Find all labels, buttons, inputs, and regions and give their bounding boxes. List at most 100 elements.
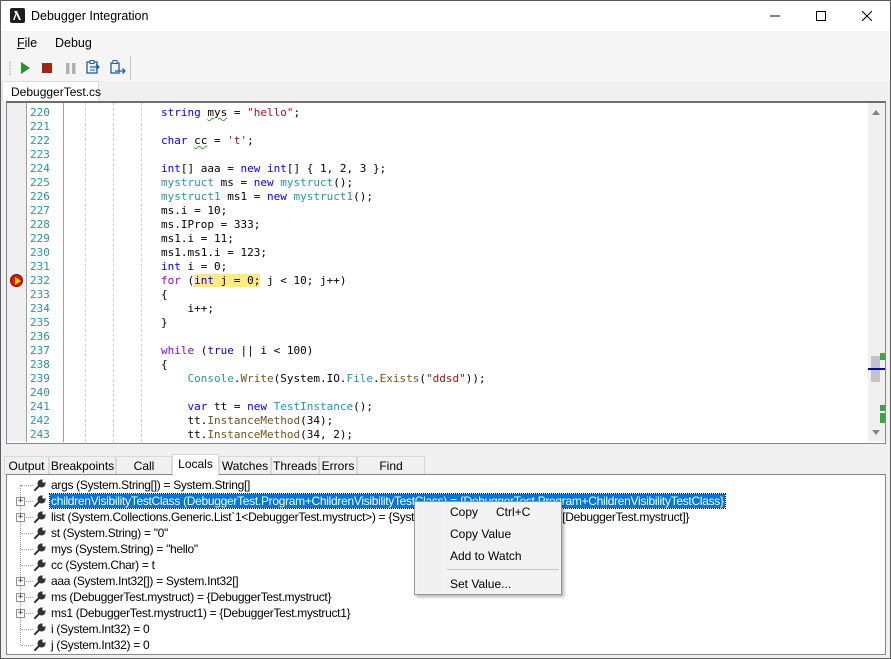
tab-call-stack[interactable]: Call Stack [116,456,172,487]
line-number: 243 [30,428,50,441]
step-into-icon [86,60,101,74]
menu-file[interactable]: File [17,36,37,50]
code-line[interactable]: int[] aaa = new int[] { 1, 2, 3 }; [161,162,386,176]
tab-threads[interactable]: Threads [271,456,319,475]
toolstrip-grip[interactable] [9,61,11,76]
code-line[interactable]: ms1.i = 11; [161,232,234,246]
play-icon [21,62,30,74]
wrench-icon [34,639,46,651]
code-line[interactable]: mystruct ms = new mystruct(); [161,176,353,190]
wrench-icon [34,575,46,587]
line-number: 231 [30,260,50,273]
tab-breakpoints[interactable]: Breakpoints [49,456,116,475]
pause-icon [66,62,76,74]
locals-row[interactable]: j (System.Int32) = 0 [7,637,877,653]
code-line[interactable]: ms.i = 10; [161,204,227,218]
line-number: 239 [30,372,50,385]
expand-icon[interactable]: + [16,609,25,618]
expand-icon[interactable]: + [16,497,25,506]
code-line[interactable]: char cc = 't'; [161,134,254,148]
change-marker [880,353,885,360]
context-menu-icon-strip [417,504,441,592]
code-line[interactable]: int i = 0; [161,260,227,274]
code-line[interactable]: mystruct1 ms1 = new mystruct1(); [161,190,373,204]
stop-icon [42,63,52,73]
change-marker [880,413,885,423]
code-line[interactable]: i++; [161,302,214,316]
step-over-icon [110,60,126,74]
wrench-icon [34,591,46,603]
line-number: 241 [30,400,50,413]
line-number: 221 [30,120,50,133]
locals-row[interactable]: args (System.String[]) = System.String[] [7,477,877,493]
menu-item-add-to-watch[interactable]: Add to Watch [450,549,522,563]
line-number: 225 [30,176,50,189]
tab-output[interactable]: Output [4,456,49,475]
menu-item-copy-label: Copy [450,505,479,519]
code-line[interactable]: ms1.ms1.i = 123; [161,246,267,260]
minimize-icon [770,15,780,17]
scroll-up-icon[interactable] [872,110,880,115]
line-number: 233 [30,288,50,301]
code-line[interactable]: ms.IProp = 333; [161,218,260,232]
breakpoint-margin[interactable] [7,103,27,442]
locals-row-text: j (System.Int32) = 0 [51,638,150,652]
menu-item-set-value[interactable]: Set Value... [450,577,511,591]
line-numbers: 220 221 222 223 224 225 226 227 228 229 230 231 232 2… [28,103,64,442]
code-line[interactable]: while (true || i < 100) [161,344,313,358]
tree-connector [21,645,33,646]
locals-row-text: mys (System.String) = "hello" [51,542,198,556]
code-line[interactable]: tt.InstanceMethod(34, 2); [161,428,353,442]
menu-item-copy[interactable]: Copy [450,505,478,519]
code-line[interactable]: { [161,358,168,372]
locals-row[interactable]: + ms1 (DebuggerTest.mystruct1) = {Debugge… [7,605,877,621]
expand-icon[interactable]: + [16,577,25,586]
maximize-button[interactable] [798,1,844,31]
app-icon [10,8,25,23]
stop-debugging-button[interactable] [38,59,56,77]
locals-row-text: st (System.String) = "0" [51,526,169,540]
code-editor[interactable]: 220 221 222 223 224 225 226 227 228 229 230 231 232 2… [6,101,886,444]
line-number: 232 [30,274,50,287]
start-debugging-button[interactable] [16,59,34,77]
line-number: 224 [30,162,50,175]
locals-row-text: i (System.Int32) = 0 [51,622,150,636]
locals-row[interactable]: i (System.Int32) = 0 [7,621,877,637]
menu-debug[interactable]: Debug [55,36,92,50]
tab-find-results[interactable]: Find Results [357,456,425,487]
code-line[interactable]: Console.Write(System.IO.File.Exists("dds… [161,372,486,386]
wrench-icon [34,543,46,555]
code-line[interactable]: string mys = "hello"; [161,106,300,120]
tab-locals[interactable]: Locals [172,454,219,476]
line-number: 226 [30,190,50,203]
menu-item-copy-value[interactable]: Copy Value [450,527,511,541]
minimize-button[interactable] [752,1,798,31]
tab-watches[interactable]: Watches [219,456,271,475]
wrench-icon [34,607,46,619]
wrench-icon [34,495,46,507]
editor-vertical-scrollbar[interactable] [868,103,885,442]
context-menu: Copy Ctrl+C Copy Value Add to Watch Set … [414,501,562,595]
step-into-button[interactable] [85,59,103,77]
menu-file-label: ile [24,36,38,50]
scroll-down-icon[interactable] [872,430,880,435]
copy-shortcut: Ctrl+C [496,505,531,519]
locals-row-text: list (System.Collections.Generic.List`1<… [51,510,690,524]
step-over-button[interactable] [109,59,127,77]
code-line[interactable]: var tt = new TestInstance(); [161,400,373,414]
pause-button[interactable] [62,59,80,77]
code-text-area[interactable]: string mys = "hello"; char cc = 't'; int[]… [65,103,865,442]
document-tab-strip: DebuggerTest.cs [1,81,890,102]
expand-icon[interactable]: + [16,513,25,522]
tab-errors[interactable]: Errors [319,456,357,475]
wrench-icon [34,511,46,523]
code-line[interactable]: tt.InstanceMethod(34); [161,414,333,428]
expand-icon[interactable]: + [16,593,25,602]
code-line[interactable]: { [161,288,168,302]
current-statement-breakpoint-icon [10,274,23,287]
document-tab[interactable]: DebuggerTest.cs [2,81,101,102]
line-number: 234 [30,302,50,315]
close-button[interactable] [844,1,890,31]
code-line[interactable]: } [161,316,168,330]
code-line[interactable]: for (int j = 0; j < 10; j++) [161,274,346,288]
